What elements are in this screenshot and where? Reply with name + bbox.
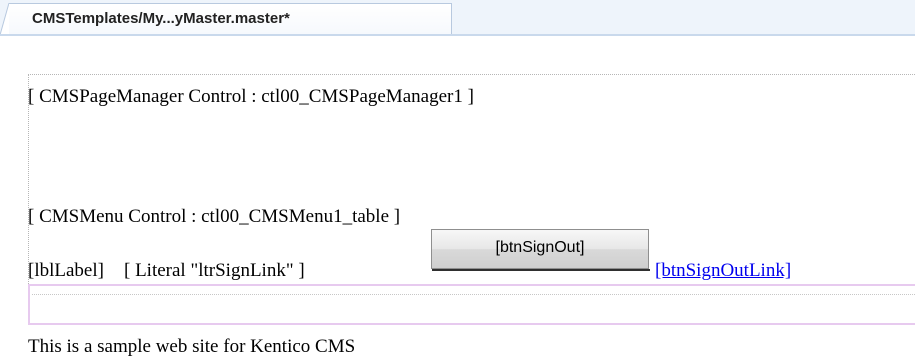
document-tab[interactable]: CMSTemplates/My...yMaster.master* <box>0 3 452 35</box>
document-tab-strip: CMSTemplates/My...yMaster.master* <box>0 0 915 36</box>
label-control[interactable]: [lblLabel] <box>28 260 104 282</box>
tab-slant-edge <box>0 3 9 35</box>
design-region-top-border <box>28 74 915 75</box>
footer-text: This is a sample web site for Kentico CM… <box>28 336 356 357</box>
content-placeholder-region[interactable] <box>28 284 915 325</box>
sign-out-button-shadow <box>432 269 650 271</box>
sign-out-link[interactable]: [btnSignOutLink] <box>655 260 791 282</box>
document-tab-label: CMSTemplates/My...yMaster.master* <box>32 10 290 27</box>
design-surface[interactable]: [ CMSPageManager Control : ctl00_CMSPage… <box>0 36 915 362</box>
page-manager-control[interactable]: [ CMSPageManager Control : ctl00_CMSPage… <box>28 86 474 108</box>
sign-out-button[interactable]: [btnSignOut] <box>431 229 649 269</box>
literal-control[interactable]: [ Literal "ltrSignLink" ] <box>124 260 305 282</box>
placeholder-inner-border <box>32 294 915 295</box>
menu-control[interactable]: [ CMSMenu Control : ctl00_CMSMenu1_table… <box>28 206 400 228</box>
